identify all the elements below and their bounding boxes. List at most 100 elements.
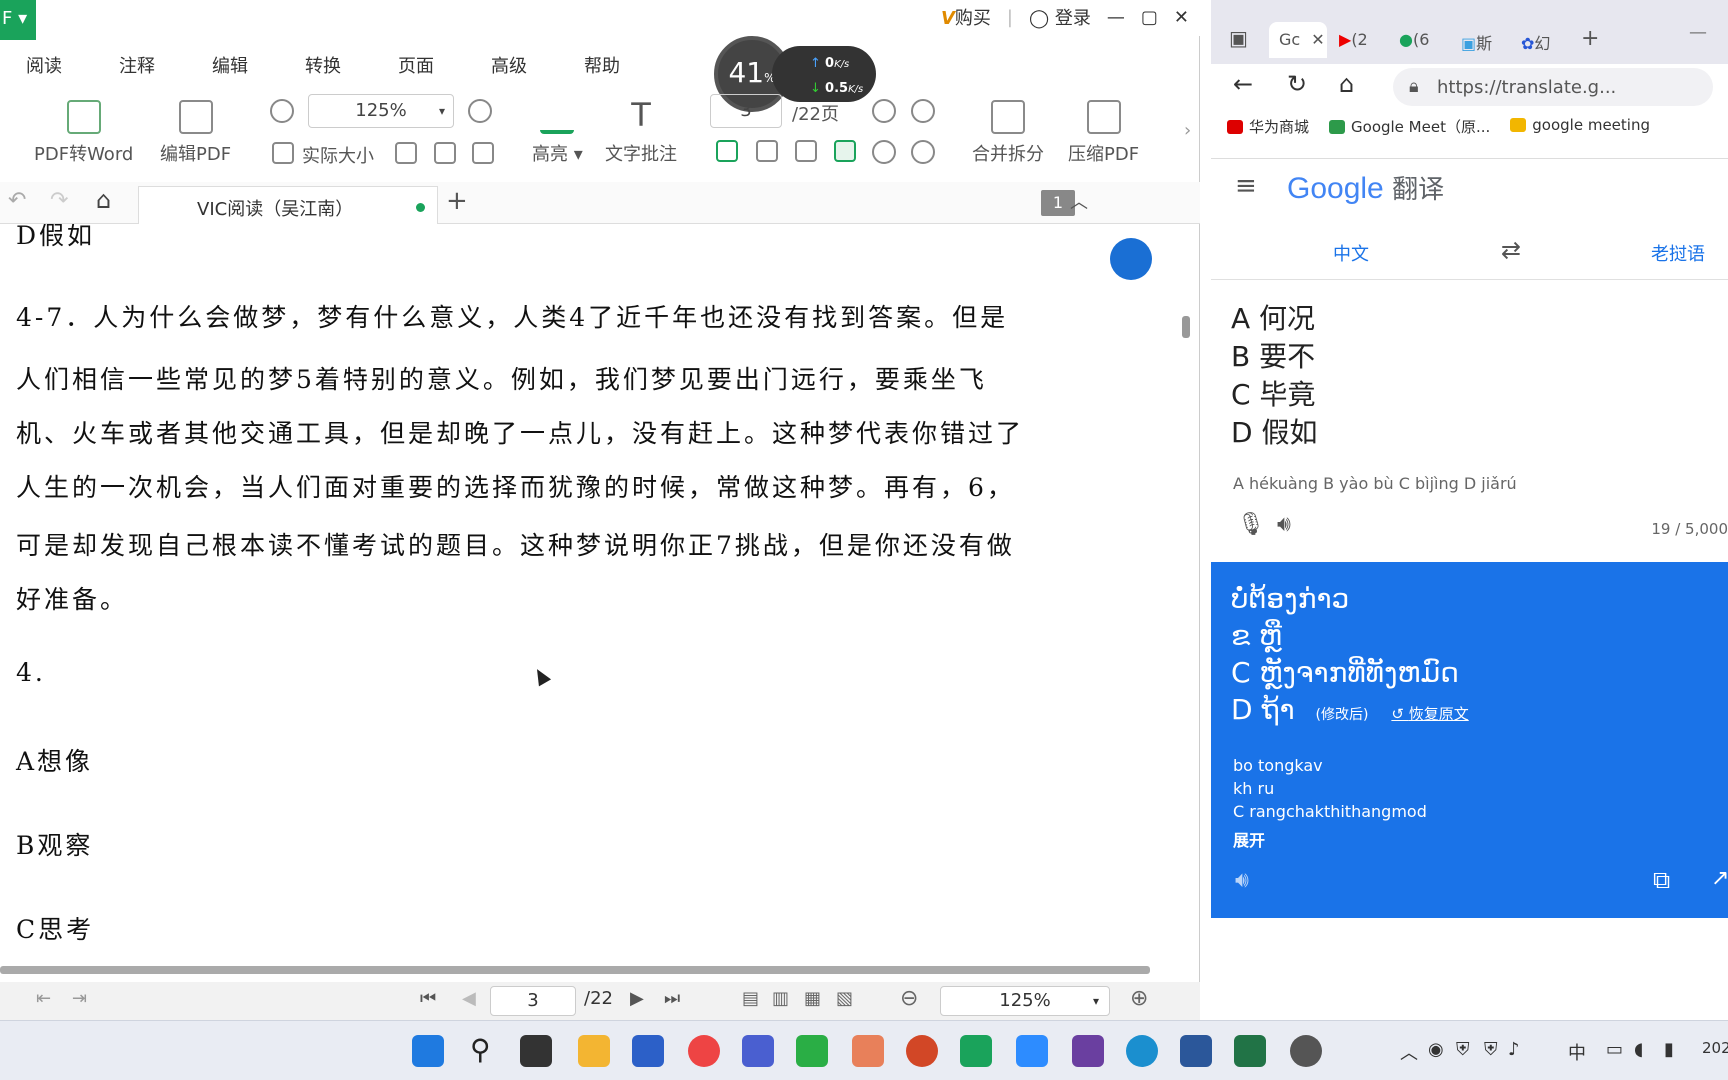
store-icon[interactable]	[632, 1035, 664, 1067]
minimize-button[interactable]: —	[1107, 7, 1125, 28]
toolbar-scroll-right-icon[interactable]: ›	[1184, 120, 1191, 141]
next-page-icon[interactable]	[911, 99, 935, 123]
document-tab[interactable]: VIC阅读（吴江南）	[138, 186, 438, 224]
source-text-area[interactable]: A 何况 B 要不 C 毕竟 D 假如	[1231, 300, 1317, 452]
back-icon[interactable]: ←	[1233, 70, 1253, 98]
status-zoom-select[interactable]: 125% ▾	[940, 986, 1110, 1016]
edge-icon[interactable]	[1126, 1035, 1158, 1067]
login-button[interactable]: ◯ 登录	[1029, 4, 1091, 30]
text-annotation-button[interactable]: T 文字批注	[605, 99, 677, 166]
tray-chevron-icon[interactable]: ︿	[1400, 1039, 1418, 1065]
nav-back-icon[interactable]: ⇤	[36, 988, 51, 1009]
pinyin-app-icon[interactable]	[1072, 1035, 1104, 1067]
menu-convert[interactable]: 转换	[305, 52, 341, 78]
status-zoom-out-icon[interactable]: ⊖	[900, 986, 918, 1011]
first-page-icon[interactable]: ⏮	[420, 988, 436, 1009]
result-speaker-icon[interactable]: 🔊︎	[1235, 868, 1249, 893]
tab-bilibili[interactable]: ▣斯	[1461, 22, 1492, 58]
file-explorer-icon[interactable]	[578, 1035, 610, 1067]
battery-icon[interactable]: ▮	[1664, 1039, 1674, 1060]
next-page-status-icon[interactable]: ▶	[630, 988, 644, 1009]
search-icon[interactable]: ⚲	[470, 1033, 491, 1066]
windows-start-icon[interactable]	[412, 1035, 444, 1067]
grid-view-icon[interactable]	[795, 140, 817, 162]
chrome-icon[interactable]	[688, 1035, 720, 1067]
pdf-reader-taskbar-icon[interactable]	[960, 1035, 992, 1067]
collapse-chevron-icon[interactable]: ︿	[1070, 188, 1088, 214]
google-translate-logo[interactable]: Google 翻译	[1287, 169, 1444, 206]
wechat-icon[interactable]	[796, 1035, 828, 1067]
tab-baidu[interactable]: ✿幻	[1521, 22, 1550, 58]
view-continuous-icon[interactable]: ▦	[804, 988, 821, 1009]
vip-buy-button[interactable]: V购买	[941, 4, 991, 30]
hamburger-menu-icon[interactable]: ≡	[1235, 171, 1257, 201]
microphone-icon[interactable]: 🎙︎	[1237, 512, 1265, 537]
status-zoom-in-icon[interactable]: ⊕	[1130, 986, 1148, 1011]
undo-icon[interactable]: ↶	[8, 188, 26, 213]
tab-6[interactable]: ●(6	[1399, 22, 1429, 58]
prev-page-icon[interactable]	[872, 99, 896, 123]
app-icon[interactable]	[852, 1035, 884, 1067]
app-menu-button[interactable]: F ▾	[0, 0, 36, 40]
shield-icon[interactable]: ⛨	[1456, 1039, 1470, 1060]
home-icon[interactable]: ⌂	[96, 186, 111, 214]
expand-button[interactable]: 展开	[1233, 829, 1427, 852]
excel-icon[interactable]	[1234, 1035, 1266, 1067]
speaker-icon[interactable]: 🔊︎	[1277, 512, 1291, 537]
swap-languages-icon[interactable]: ⇄	[1501, 236, 1521, 264]
view-single-icon[interactable]: ▤	[742, 988, 759, 1009]
menu-page[interactable]: 页面	[398, 52, 434, 78]
gmail-like-icon[interactable]	[742, 1035, 774, 1067]
volume-icon[interactable]: ◖	[1634, 1039, 1643, 1060]
actual-size-icon[interactable]	[272, 142, 294, 164]
horizontal-scrollbar[interactable]	[0, 966, 1150, 974]
tab-actions-icon[interactable]: ▣	[1229, 26, 1248, 50]
maximize-button[interactable]: ▢	[1141, 7, 1158, 28]
nav-forward-icon[interactable]: ⇥	[72, 988, 87, 1009]
qq-icon[interactable]: ◉	[1428, 1039, 1444, 1060]
tab-youtube[interactable]: ▶(2	[1339, 22, 1368, 58]
ime-indicator[interactable]: 中	[1568, 1039, 1586, 1065]
view-double-icon[interactable]: ▥	[772, 988, 789, 1009]
mic-tray-icon[interactable]: ♪	[1508, 1039, 1520, 1060]
menu-advanced[interactable]: 高级	[491, 52, 527, 78]
new-tab-icon[interactable]: +	[1581, 26, 1599, 51]
view-scroll-icon[interactable]: ▧	[836, 988, 853, 1009]
zoom-out-icon[interactable]	[270, 99, 294, 123]
powerpoint-icon[interactable]	[906, 1035, 938, 1067]
menu-annotate[interactable]: 注释	[119, 52, 155, 78]
single-page-icon[interactable]	[716, 140, 738, 162]
rotate-cw-icon[interactable]	[872, 140, 896, 164]
avatar-app-icon[interactable]	[1290, 1035, 1322, 1067]
refresh-icon[interactable]: ↻	[1287, 70, 1307, 98]
home-browser-icon[interactable]: ⌂	[1339, 70, 1354, 98]
fit-width-icon[interactable]	[434, 142, 456, 164]
copy-icon[interactable]: ⧉	[1653, 866, 1670, 894]
bookmark-huawei[interactable]: 华为商城	[1227, 116, 1309, 137]
actual-size-label[interactable]: 实际大小	[302, 142, 374, 168]
browser-minimize-button[interactable]: —	[1689, 22, 1707, 43]
menu-edit[interactable]: 编辑	[212, 52, 248, 78]
bookmark-google-meeting[interactable]: google meeting	[1510, 116, 1650, 137]
last-page-icon[interactable]: ⏭	[664, 988, 680, 1009]
close-button[interactable]: ✕	[1174, 7, 1189, 28]
vertical-scrollbar-thumb[interactable]	[1182, 316, 1190, 338]
menu-read[interactable]: 阅读	[26, 52, 62, 78]
zoom-select[interactable]: 125% ▾	[308, 94, 454, 128]
bookmark-google-meet[interactable]: Google Meet（原...	[1329, 116, 1490, 137]
word-icon[interactable]	[1180, 1035, 1212, 1067]
compress-pdf-button[interactable]: 压缩PDF	[1068, 100, 1139, 166]
clock[interactable]: 202	[1702, 1039, 1728, 1057]
text-select-icon[interactable]	[472, 142, 494, 164]
status-page-input[interactable]: 3	[490, 986, 576, 1016]
new-tab-button[interactable]: +	[446, 186, 468, 216]
word-convert-float-icon[interactable]	[1110, 238, 1152, 280]
edit-pdf-button[interactable]: 编辑PDF	[160, 100, 231, 166]
pdf-to-word-button[interactable]: PDF转Word	[34, 100, 133, 166]
page-number-input[interactable]: 3	[710, 94, 782, 128]
source-language[interactable]: 中文	[1333, 240, 1369, 266]
zoom-icon[interactable]	[1016, 1035, 1048, 1067]
restore-original-link[interactable]: ↺ 恢复原文	[1391, 705, 1468, 723]
prev-page-status-icon[interactable]: ◀	[462, 988, 476, 1009]
security-icon[interactable]: ⛨	[1484, 1039, 1498, 1060]
